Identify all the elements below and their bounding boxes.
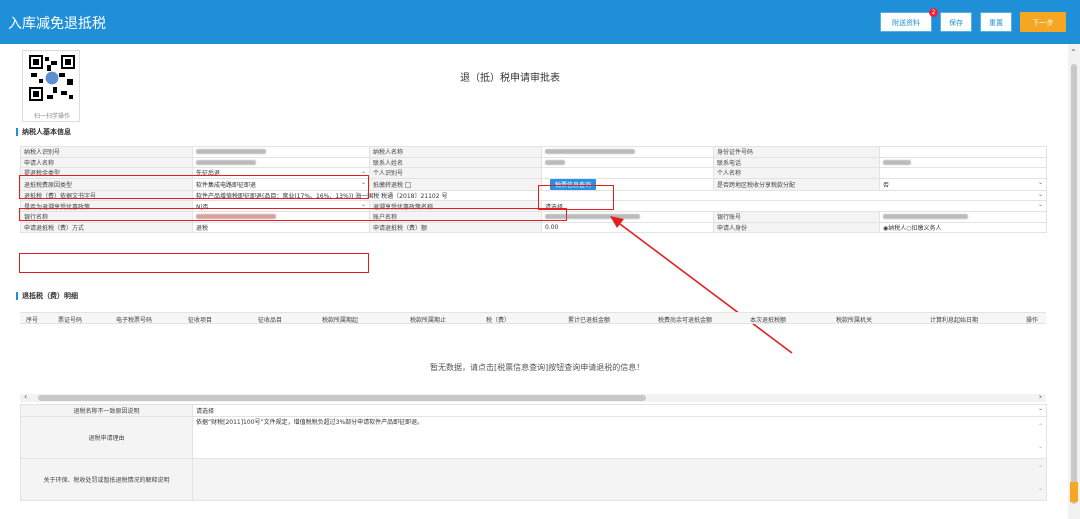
column-header[interactable]: 累计已退抵金额 bbox=[568, 315, 610, 324]
qr-caption: 扫一扫学操作 bbox=[33, 113, 70, 120]
personal-id-label: 个人识别号 bbox=[369, 167, 542, 179]
scroll-up-icon[interactable]: ⌃ bbox=[1070, 48, 1077, 57]
column-header[interactable]: 电子税票号码 bbox=[116, 315, 152, 324]
section-basic-info: 纳税人基本信息 bbox=[16, 128, 71, 136]
personal-id-value[interactable] bbox=[541, 167, 714, 179]
column-header[interactable]: 征收项目 bbox=[188, 315, 212, 324]
annotation-arrow bbox=[610, 216, 793, 354]
name-mismatch-value: 请选择 bbox=[196, 408, 215, 415]
column-header[interactable]: 税费尚余可退抵金额 bbox=[658, 315, 712, 324]
column-header[interactable]: 计算利息起始日期 bbox=[930, 315, 978, 324]
chevron-up-icon[interactable]: ⌃ bbox=[1038, 423, 1043, 430]
table-row: 申请退抵税（费）方式 退税 申请退抵税（费）额 0.00 申请人身份 ◉纳税人○… bbox=[20, 221, 1047, 234]
qr-code-icon bbox=[29, 55, 75, 101]
contact-phone-value[interactable] bbox=[879, 156, 1047, 169]
id-number-value[interactable] bbox=[879, 146, 1047, 158]
refund-method-label: 申请退抵税（费）方式 bbox=[20, 221, 193, 234]
refund-reason-label: 退税申请理由 bbox=[20, 416, 193, 459]
highlight-box bbox=[19, 208, 567, 221]
personal-name-label: 个人名称 bbox=[713, 167, 880, 179]
cross-region-value: 否 bbox=[883, 181, 890, 189]
taxpayer-name-value bbox=[541, 146, 714, 158]
applicant-identity-radios: ◉纳税人○扣缴义务人 bbox=[879, 221, 1047, 234]
attach-count-badge: 2 bbox=[929, 8, 938, 17]
refund-amount-label: 申请退抵税（费）额 bbox=[369, 221, 542, 234]
page-title: 入库减免退抵税 bbox=[8, 16, 106, 32]
bank-account-value bbox=[879, 210, 1047, 223]
scrollbar-thumb[interactable] bbox=[38, 395, 646, 401]
refund-reason-textarea[interactable]: 依据“财税[2011]100号”文件规定，增值税税负超过3%部分申请软件产品即征… bbox=[192, 416, 1047, 459]
offset-checkbox[interactable] bbox=[404, 182, 411, 189]
taxpayer-id-value bbox=[192, 146, 370, 158]
empty-message: 暂无数据，请点击[税票信息查询]按钮查询申请退税的信息！ bbox=[430, 363, 645, 372]
highlight-box bbox=[538, 185, 614, 210]
offset-transfer-text: 抵缴转退税 bbox=[373, 181, 404, 189]
bottom-form-table: 退税名称不一致原因说明 请选择 ⌄ 退税申请理由 依据“财税[2011]100号”… bbox=[20, 404, 1047, 501]
chevron-down-icon: ⌄ bbox=[1037, 201, 1043, 209]
chevron-down-icon: ⌄ bbox=[1037, 405, 1043, 412]
save-button[interactable]: 保存 bbox=[940, 12, 972, 32]
name-mismatch-label: 退税名称不一致原因说明 bbox=[20, 404, 193, 417]
scroll-indicator bbox=[1070, 482, 1078, 502]
env-penalty-label: 关于环保、税收处罚或暂抵退税情况的解释说明 bbox=[20, 458, 193, 501]
scrollbar-thumb[interactable] bbox=[1071, 64, 1077, 504]
column-header[interactable]: 序号 bbox=[26, 315, 38, 324]
horizontal-scrollbar[interactable]: ‹ › bbox=[20, 392, 1046, 402]
taxpayer-name-label: 纳税人名称 bbox=[369, 146, 542, 158]
column-header[interactable]: 税款所属期起 bbox=[322, 315, 358, 324]
column-header: 操作 bbox=[1026, 317, 1039, 324]
column-header[interactable]: 本次退抵税额 bbox=[750, 315, 786, 324]
top-bar: 入库减免退抵税 附送资料 2 保存 重置 下一步 bbox=[0, 0, 1080, 44]
refund-reason-text: 依据“财税[2011]100号”文件规定，增值税税负超过3%部分申请软件产品即征… bbox=[196, 419, 424, 426]
attach-docs-button[interactable]: 附送资料 bbox=[880, 12, 932, 32]
main-content: 扫一扫学操作 退（抵）税申请审批表 纳税人基本信息 纳税人识别号 纳税人名称 身… bbox=[0, 44, 1068, 519]
reset-button[interactable]: 重置 bbox=[980, 12, 1012, 32]
id-number-label: 身份证件号码 bbox=[713, 146, 880, 158]
offset-transfer-label: 抵缴转退税 bbox=[369, 177, 542, 191]
contact-phone-label: 联系电话 bbox=[713, 156, 880, 169]
chevron-down-icon[interactable]: ⌄ bbox=[1038, 443, 1043, 450]
cross-region-select[interactable]: 否 ⌄ bbox=[879, 177, 1047, 191]
scroll-right-icon[interactable]: › bbox=[1039, 392, 1042, 401]
table-row: 申请人名称 联系人姓名 联系电话 bbox=[20, 156, 1047, 169]
chevron-down-icon: ⌄ bbox=[1037, 190, 1043, 198]
next-step-button[interactable]: 下一步 bbox=[1020, 12, 1066, 32]
table-row: 关于环保、税收处罚或暂抵退税情况的解释说明 ⌃ ⌄ bbox=[20, 458, 1047, 501]
column-header[interactable]: 税（费） bbox=[486, 315, 510, 324]
column-header[interactable]: 征收品目 bbox=[258, 315, 282, 324]
radio-taxpayer-label: 纳税人 bbox=[888, 224, 907, 232]
vertical-scrollbar[interactable]: ⌃ bbox=[1068, 44, 1080, 519]
table-row: 退税名称不一致原因说明 请选择 ⌄ bbox=[20, 404, 1047, 417]
column-header[interactable]: 票证号码 bbox=[58, 315, 82, 324]
contact-name-label: 联系人姓名 bbox=[369, 156, 542, 169]
chevron-up-icon[interactable]: ⌃ bbox=[1038, 465, 1043, 472]
section-detail: 退抵税（费）明细 bbox=[16, 292, 78, 300]
personal-name-value[interactable] bbox=[879, 167, 1047, 179]
taxpayer-id-label: 纳税人识别号 bbox=[20, 146, 193, 158]
name-mismatch-select[interactable]: 请选择 ⌄ bbox=[192, 404, 1047, 417]
chevron-down-icon[interactable]: ⌄ bbox=[1038, 485, 1043, 492]
refund-method-value: 退税 bbox=[192, 221, 370, 234]
column-header[interactable]: 税款所属期止 bbox=[410, 315, 446, 324]
applicant-name-value bbox=[192, 156, 370, 169]
scroll-left-icon[interactable]: ‹ bbox=[24, 392, 27, 401]
column-header[interactable]: 税款所属机关 bbox=[836, 315, 872, 324]
radio-withholder-label: 扣缴义务人 bbox=[911, 224, 942, 232]
contact-name-value[interactable] bbox=[541, 156, 714, 169]
table-row: 退税申请理由 依据“财税[2011]100号”文件规定，增值税税负超过3%部分申… bbox=[20, 416, 1047, 459]
qr-code-card[interactable]: 扫一扫学操作 bbox=[22, 50, 80, 122]
table-row: 纳税人识别号 纳税人名称 身份证件号码 bbox=[20, 146, 1047, 158]
form-title: 退（抵）税申请审批表 bbox=[460, 73, 560, 84]
highlight-box bbox=[19, 175, 369, 199]
chevron-down-icon: ⌄ bbox=[1037, 178, 1043, 186]
applicant-name-label: 申请人名称 bbox=[20, 156, 193, 169]
cross-region-label: 是否跨地区税收分享税款分配 bbox=[713, 177, 880, 191]
highlight-box bbox=[19, 253, 369, 273]
env-penalty-textarea[interactable]: ⌃ ⌄ bbox=[192, 458, 1047, 501]
detail-table-header: 序号 票证号码 电子税票号码 征收项目 征收品目 税款所属期起 税款所属期止 税（费） 累计已退… bbox=[20, 312, 1046, 324]
